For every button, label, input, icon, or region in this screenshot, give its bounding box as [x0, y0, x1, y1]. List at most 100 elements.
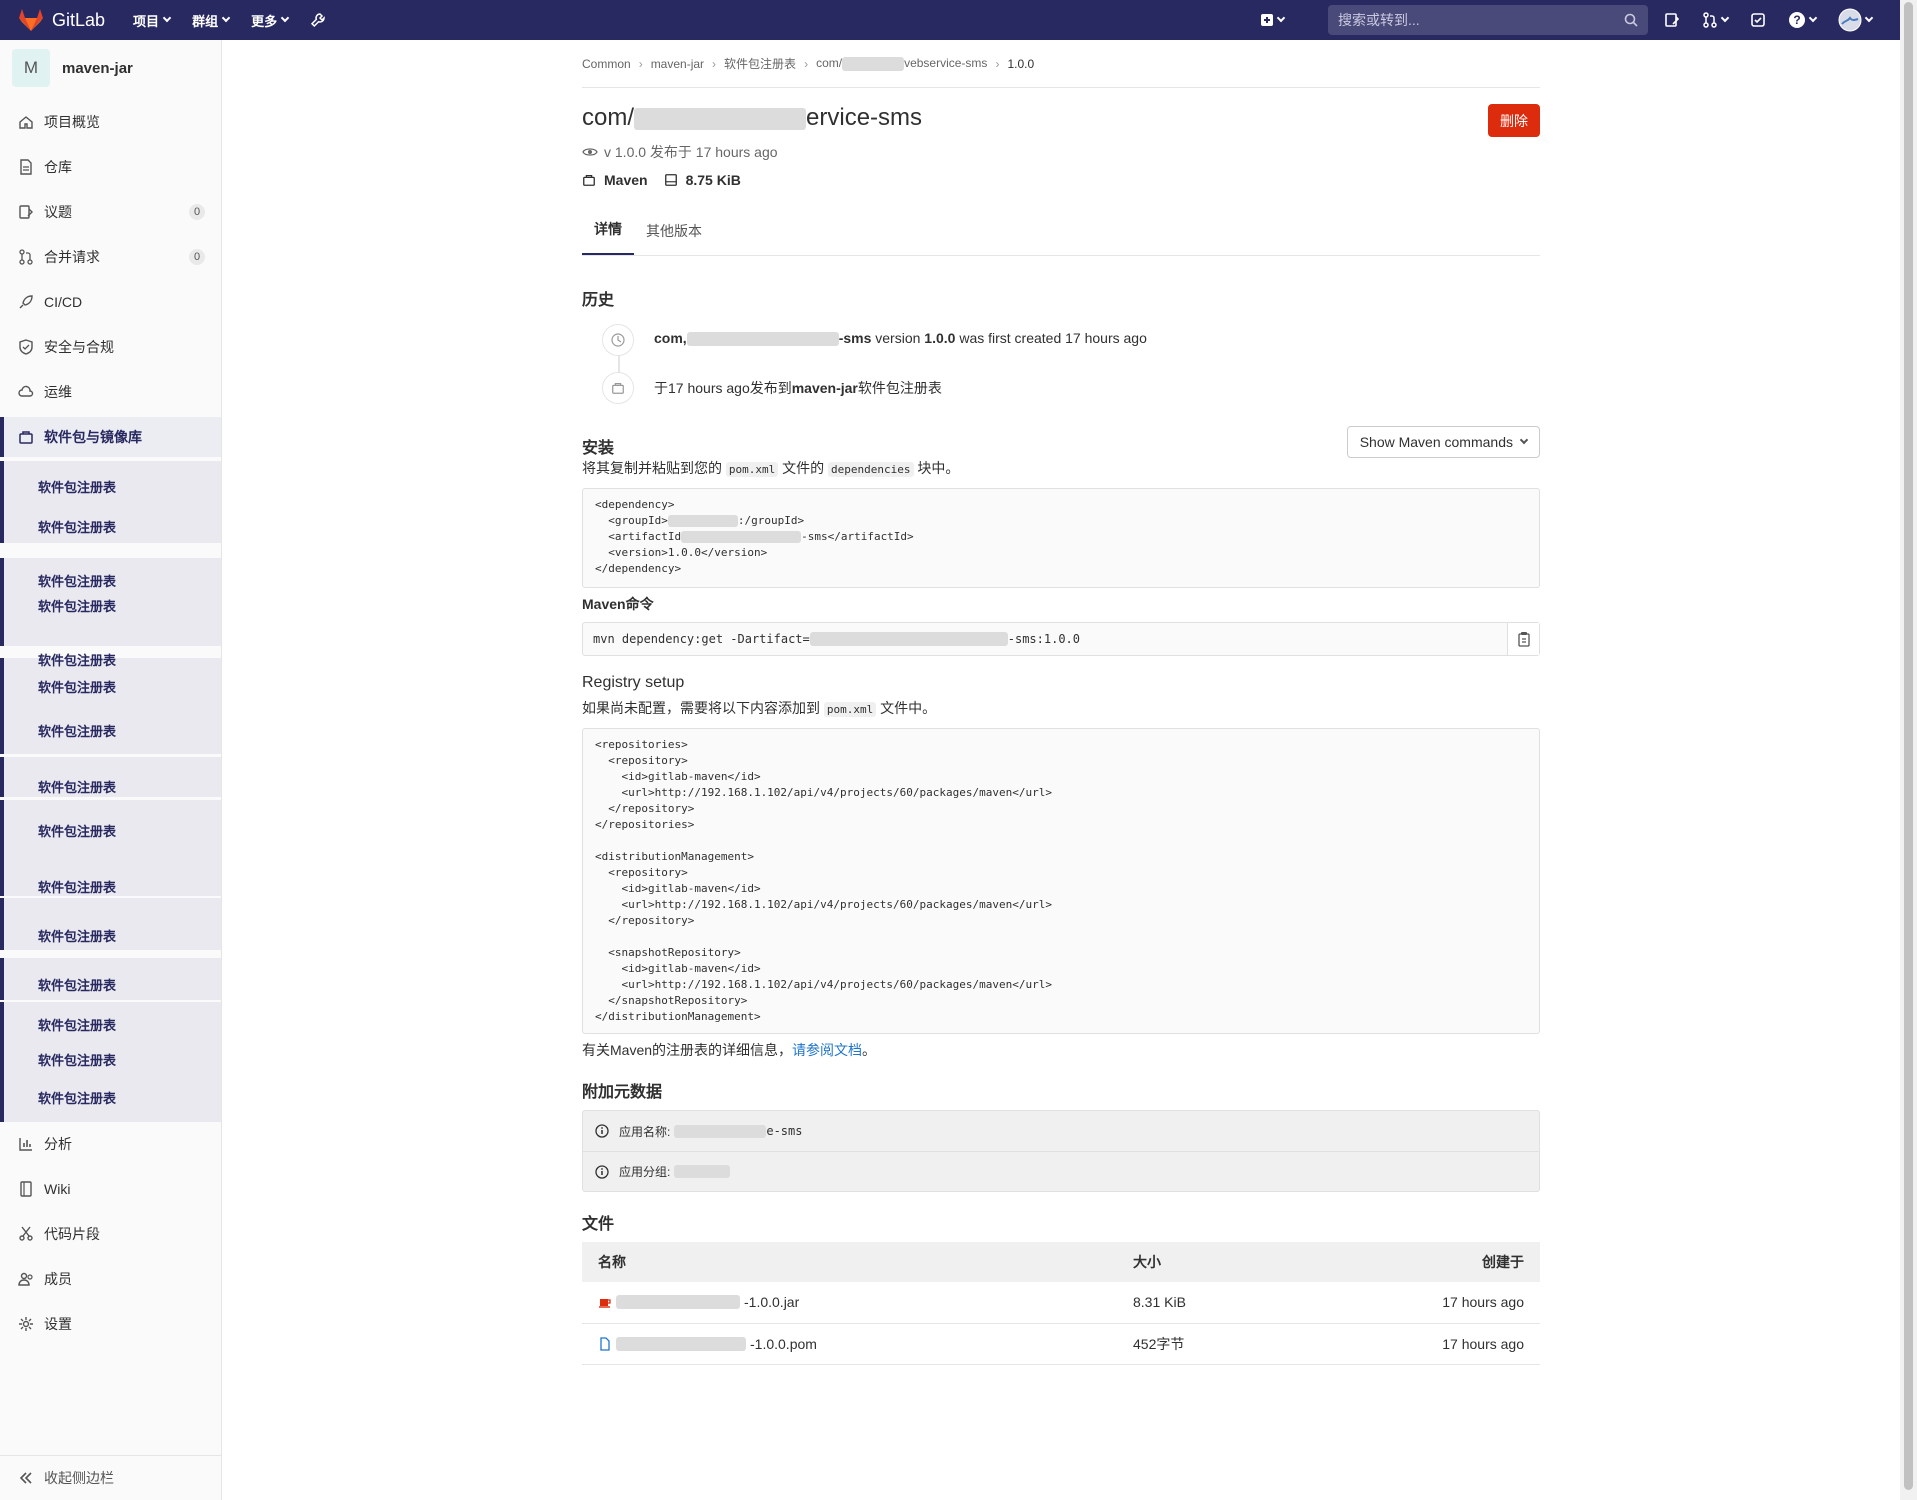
- admin-wrench-button[interactable]: [310, 11, 326, 30]
- chevron-down-icon: [1519, 435, 1529, 445]
- sidebar-subitem-package-registry[interactable]: 软件包注册表: [38, 1088, 116, 1107]
- redacted-text: [674, 1124, 767, 1138]
- tab-other-versions[interactable]: 其他版本: [634, 221, 714, 255]
- page-scrollbar[interactable]: [1900, 0, 1917, 1500]
- redacted-text: [616, 1295, 740, 1310]
- metadata-list: 应用名称: e-sms 应用分组:: [582, 1110, 1540, 1192]
- issues-nav-button[interactable]: [1664, 12, 1680, 28]
- sidebar-subitem-package-registry[interactable]: 软件包注册表: [38, 517, 116, 536]
- registry-docs-note: 有关Maven的注册表的详细信息，请参阅文档。: [582, 1042, 877, 1058]
- sidebar-subitem-package-registry[interactable]: 软件包注册表: [38, 821, 116, 840]
- metadata-row: 应用分组:: [583, 1151, 1539, 1191]
- sidebar-item-cicd[interactable]: CI/CD: [0, 282, 221, 322]
- dependency-code-block[interactable]: <dependency> <groupId>:/groupId> <artifa…: [582, 488, 1540, 588]
- sidebar-item-members[interactable]: 成员: [0, 1259, 221, 1299]
- sidebar-subitem-package-registry[interactable]: 软件包注册表: [38, 926, 116, 945]
- sidebar-item-security[interactable]: 安全与合规: [0, 327, 221, 367]
- jar-icon: [599, 1299, 611, 1308]
- users-icon: [18, 1272, 33, 1286]
- main-content: Common › maven-jar › 软件包注册表 › com/vebservic…: [582, 40, 1540, 1365]
- sidebar-subitem-package-registry[interactable]: 软件包注册表: [38, 975, 116, 994]
- sidebar-subitem-package-registry[interactable]: 软件包注册表: [38, 677, 116, 696]
- sidebar-subitem-package-registry[interactable]: 软件包注册表: [38, 596, 116, 615]
- breadcrumb-item[interactable]: Common: [582, 57, 631, 71]
- maven-command-text[interactable]: mvn dependency:get -Dartifact= -sms:1.0.0: [583, 623, 1507, 655]
- redacted-text: [634, 107, 807, 130]
- nav-projects-menu[interactable]: 项目: [133, 11, 172, 30]
- plus-square-icon: [1261, 14, 1273, 26]
- history-entry-created: com, -sms version 1.0.0 was first created…: [654, 330, 1147, 347]
- sidebar-subitem-package-registry[interactable]: 软件包注册表: [38, 571, 116, 590]
- install-heading: 安装: [582, 440, 615, 457]
- merge-request-icon: [1703, 12, 1717, 28]
- copy-command-button[interactable]: [1507, 623, 1539, 655]
- metadata-row: 应用名称: e-sms: [583, 1111, 1539, 1151]
- sidebar-subitem-package-registry[interactable]: 软件包注册表: [38, 1015, 116, 1034]
- history-entry-published: 于17 hours ago发布到maven-jar软件包注册表: [654, 380, 942, 396]
- redacted-text: [674, 1165, 731, 1178]
- file-created: 17 hours ago: [1297, 1323, 1540, 1365]
- info-icon: [595, 1164, 609, 1179]
- sidebar-item-overview[interactable]: 项目概览: [0, 102, 221, 142]
- breadcrumb: Common › maven-jar › 软件包注册表 › com/vebservic…: [582, 40, 1540, 88]
- todo-check-icon: [1751, 13, 1765, 27]
- chevron-down-icon: [1808, 13, 1818, 23]
- merge-request-icon: [19, 249, 33, 265]
- maven-command-heading: Maven命令: [582, 596, 654, 612]
- merge-requests-count-badge: 0: [189, 249, 205, 265]
- history-heading: 历史: [582, 292, 615, 309]
- delete-button[interactable]: 删除: [1488, 104, 1540, 137]
- search-box[interactable]: [1328, 5, 1648, 35]
- new-item-dropdown[interactable]: [1260, 13, 1286, 27]
- sidebar-project-header[interactable]: M maven-jar: [0, 40, 221, 96]
- docs-link[interactable]: 请参阅文档: [792, 1042, 862, 1058]
- help-dropdown[interactable]: ?: [1788, 11, 1818, 29]
- todos-nav-button[interactable]: [1750, 12, 1766, 28]
- sidebar-subitem-package-registry[interactable]: 软件包注册表: [38, 877, 116, 896]
- nav-groups-menu[interactable]: 群组: [192, 11, 231, 30]
- maven-commands-dropdown[interactable]: Show Maven commands: [1346, 426, 1540, 458]
- breadcrumb-item[interactable]: maven-jar: [651, 57, 704, 71]
- issues-icon: [1665, 13, 1680, 27]
- sidebar-subitem-package-registry[interactable]: 软件包注册表: [38, 777, 116, 796]
- collapse-sidebar-button[interactable]: 收起侧边栏: [0, 1455, 221, 1500]
- sidebar-item-repository[interactable]: 仓库: [0, 147, 221, 187]
- project-avatar: M: [12, 49, 50, 87]
- file-link[interactable]: -1.0.0.jar: [598, 1294, 1101, 1310]
- merge-requests-nav-button[interactable]: [1702, 12, 1730, 28]
- chevron-down-icon: [1864, 13, 1874, 23]
- redacted-text: [616, 1336, 746, 1351]
- sidebar-item-issues[interactable]: 议题 0: [0, 192, 221, 232]
- sidebar-subitem-package-registry[interactable]: 软件包注册表: [38, 721, 116, 740]
- file-link[interactable]: -1.0.0.pom: [598, 1336, 1101, 1352]
- table-row: -1.0.0.jar 8.31 KiB 17 hours ago: [582, 1282, 1540, 1324]
- chevron-down-icon: [1720, 13, 1730, 23]
- sidebar-item-packages[interactable]: 软件包与镜像库: [0, 417, 221, 457]
- tab-details[interactable]: 详情: [582, 219, 634, 255]
- sidebar-item-snippets[interactable]: 代码片段: [0, 1214, 221, 1254]
- user-menu-dropdown[interactable]: [1838, 8, 1874, 32]
- sidebar-item-settings[interactable]: 设置: [0, 1304, 221, 1344]
- clipboard-icon: [1517, 632, 1530, 647]
- sidebar-item-wiki[interactable]: Wiki: [0, 1169, 221, 1209]
- nav-more-menu[interactable]: 更多: [251, 11, 290, 30]
- shield-icon: [19, 339, 33, 355]
- registry-code-block[interactable]: <repositories> <repository> <id>gitlab-m…: [582, 728, 1540, 1034]
- chevron-down-icon: [162, 13, 172, 23]
- disk-icon: [664, 174, 677, 186]
- sidebar-subitem-package-registry[interactable]: 软件包注册表: [38, 477, 116, 496]
- gitlab-home-link[interactable]: GitLab: [18, 8, 105, 32]
- package-type: Maven: [604, 172, 648, 188]
- files-heading: 文件: [582, 1216, 615, 1233]
- sidebar-subitem-package-registry[interactable]: 软件包注册表: [38, 1050, 116, 1069]
- sidebar-item-operations[interactable]: 运维: [0, 372, 221, 412]
- sidebar-item-merge-requests[interactable]: 合并请求 0: [0, 237, 221, 277]
- breadcrumb-item[interactable]: com/vebservice-sms: [816, 56, 987, 71]
- sidebar-subitem-package-registry[interactable]: 软件包注册表: [38, 650, 116, 669]
- files-table: 名称 大小 创建于 -1.0.0.jar 8.31 KiB 17 hours a…: [582, 1242, 1540, 1365]
- gear-icon: [19, 1317, 33, 1331]
- package-tabs: 详情 其他版本: [582, 208, 1540, 256]
- breadcrumb-item[interactable]: 软件包注册表: [724, 55, 796, 72]
- sidebar-item-analytics[interactable]: 分析: [0, 1124, 221, 1164]
- search-input[interactable]: [1338, 12, 1598, 28]
